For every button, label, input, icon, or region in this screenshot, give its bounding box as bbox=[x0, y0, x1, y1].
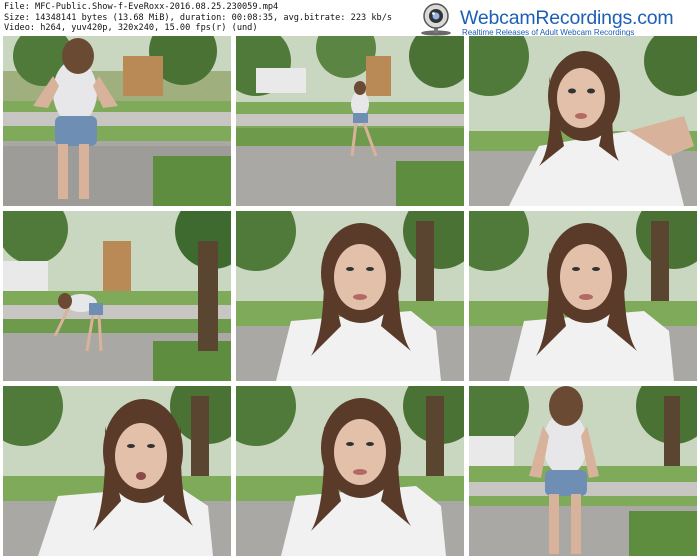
header: File: MFC-Public.Show-f-EveRoxx-2016.08.… bbox=[0, 0, 700, 37]
video-thumbnail[interactable] bbox=[469, 386, 697, 556]
video-thumbnail[interactable] bbox=[236, 386, 464, 556]
video-thumbnail[interactable] bbox=[3, 211, 231, 381]
video-thumbnail[interactable] bbox=[469, 36, 697, 206]
webcam-icon bbox=[421, 3, 451, 36]
thumbnail-image bbox=[236, 36, 464, 206]
file-info-line: Size: 14348141 bytes (13.68 MiB), durati… bbox=[4, 12, 393, 23]
thumbnail-image bbox=[469, 36, 697, 206]
thumbnail-image bbox=[3, 36, 231, 206]
brand-title: WebcamRecordings.com bbox=[460, 7, 674, 29]
thumbnail-image bbox=[3, 386, 231, 556]
thumbnail-image bbox=[3, 211, 231, 381]
video-thumbnail[interactable] bbox=[236, 36, 464, 206]
video-thumbnail[interactable] bbox=[3, 386, 231, 556]
video-thumbnail[interactable] bbox=[3, 36, 231, 206]
thumbnail-grid bbox=[3, 36, 697, 556]
file-info: File: MFC-Public.Show-f-EveRoxx-2016.08.… bbox=[4, 2, 392, 34]
video-thumbnail[interactable] bbox=[469, 211, 697, 381]
thumbnail-image bbox=[469, 211, 697, 381]
thumbnail-image bbox=[469, 386, 697, 556]
file-info-line: Video: h264, yuv420p, 320x240, 15.00 fps… bbox=[4, 23, 258, 34]
thumbnail-image bbox=[236, 211, 464, 381]
video-thumbnail[interactable] bbox=[236, 211, 464, 381]
thumbnail-image bbox=[236, 386, 464, 556]
file-info-line: File: MFC-Public.Show-f-EveRoxx-2016.08.… bbox=[4, 2, 279, 12]
brand-logo[interactable]: WebcamRecordings.com Realtime Releases o… bbox=[414, 1, 700, 37]
